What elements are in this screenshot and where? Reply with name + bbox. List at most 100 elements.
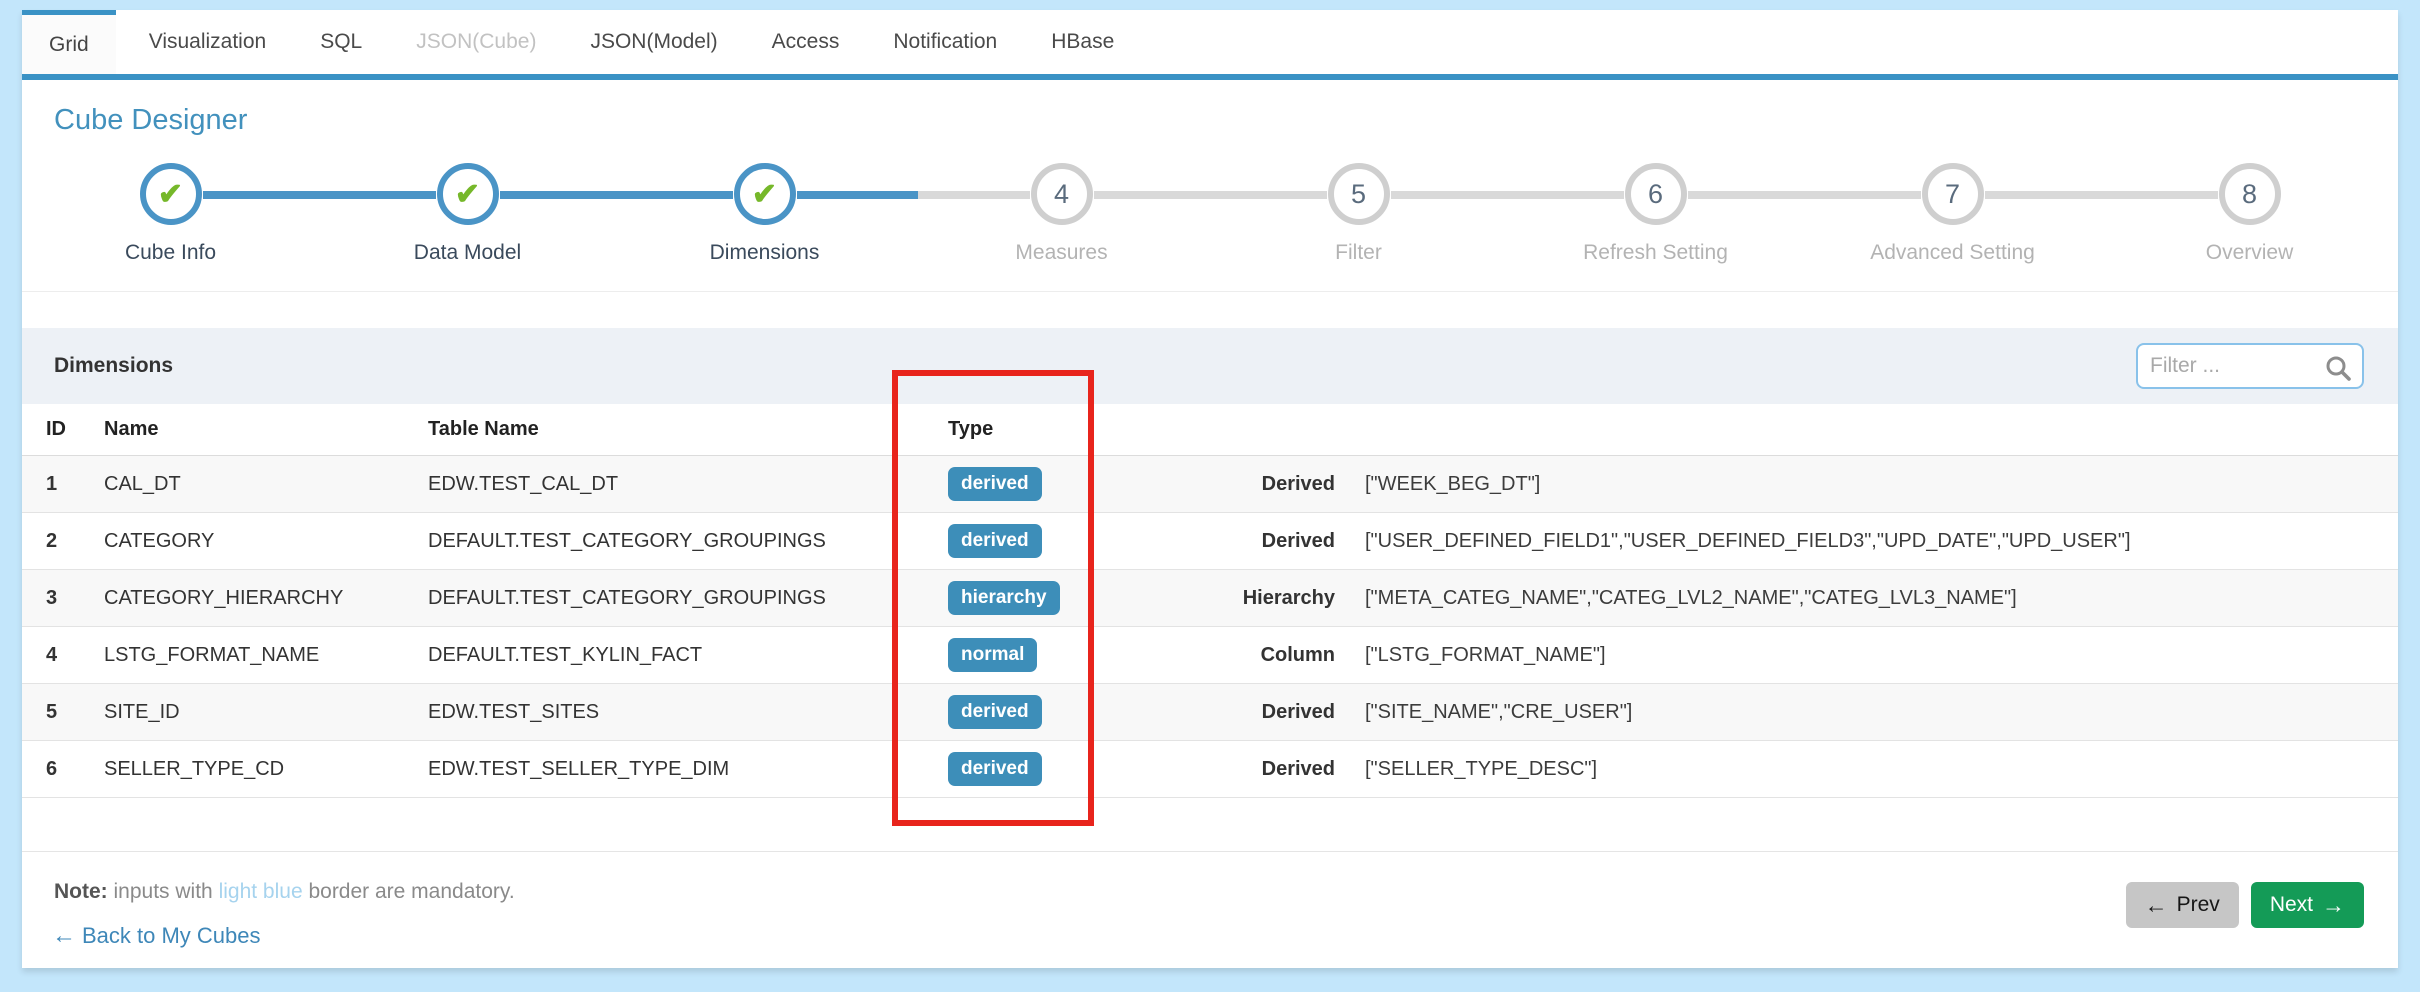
tab-sql[interactable]: SQL bbox=[293, 10, 389, 74]
dimensions-table: ID Name Table Name Type 1 CAL_DT EDW.TES… bbox=[22, 404, 2398, 798]
back-to-my-cubes-link[interactable]: ← Back to My Cubes bbox=[52, 922, 261, 950]
wizard-stepper: ✔ Cube Info ✔ Data Model ✔ Dimensions 4 … bbox=[22, 163, 2398, 265]
row-id: 1 bbox=[44, 473, 102, 496]
panel-title: Dimensions bbox=[54, 354, 173, 378]
stepper-divider bbox=[22, 291, 2398, 292]
check-icon: ✔ bbox=[455, 177, 480, 212]
step-label: Data Model bbox=[319, 241, 616, 265]
step-number: 7 bbox=[1945, 179, 1960, 210]
prev-button[interactable]: ← Prev bbox=[2126, 882, 2239, 928]
step-label: Filter bbox=[1210, 241, 1507, 265]
row-kind: Derived bbox=[1162, 758, 1335, 781]
magnifier-icon bbox=[2324, 354, 2352, 382]
table-row: 6 SELLER_TYPE_CD EDW.TEST_SELLER_TYPE_DI… bbox=[22, 741, 2398, 798]
row-columns: ["LSTG_FORMAT_NAME"] bbox=[1335, 644, 2398, 667]
step-circle-upcoming[interactable]: 5 bbox=[1328, 163, 1390, 225]
row-table-name: DEFAULT.TEST_CATEGORY_GROUPINGS bbox=[426, 530, 944, 553]
mandatory-note: Note: inputs with light blue border are … bbox=[22, 880, 2398, 904]
step-advanced-setting[interactable]: 7 Advanced Setting bbox=[1804, 163, 2101, 265]
type-badge: normal bbox=[948, 638, 1037, 672]
step-refresh-setting[interactable]: 6 Refresh Setting bbox=[1507, 163, 1804, 265]
back-link-label: Back to My Cubes bbox=[82, 923, 261, 949]
tab-visualization[interactable]: Visualization bbox=[122, 10, 294, 74]
step-label: Overview bbox=[2101, 241, 2398, 265]
wizard-nav-buttons: ← Prev Next → bbox=[2126, 882, 2364, 928]
step-measures[interactable]: 4 Measures bbox=[913, 163, 1210, 265]
step-circle-upcoming[interactable]: 6 bbox=[1625, 163, 1687, 225]
filter-box bbox=[2136, 343, 2364, 389]
check-icon: ✔ bbox=[158, 177, 183, 212]
table-header-row: ID Name Table Name Type bbox=[22, 404, 2398, 456]
row-columns: ["USER_DEFINED_FIELD1","USER_DEFINED_FIE… bbox=[1335, 530, 2398, 553]
row-name: CATEGORY bbox=[102, 530, 426, 553]
table-row: 4 LSTG_FORMAT_NAME DEFAULT.TEST_KYLIN_FA… bbox=[22, 627, 2398, 684]
type-badge: derived bbox=[948, 524, 1042, 558]
step-circle-done[interactable]: ✔ bbox=[734, 163, 796, 225]
footer-divider bbox=[22, 851, 2398, 852]
tab-grid[interactable]: Grid bbox=[22, 10, 116, 74]
table-row: 5 SITE_ID EDW.TEST_SITES derived Derived… bbox=[22, 684, 2398, 741]
row-id: 3 bbox=[44, 587, 102, 610]
row-columns: ["SITE_NAME","CRE_USER"] bbox=[1335, 701, 2398, 724]
step-data-model[interactable]: ✔ Data Model bbox=[319, 163, 616, 265]
row-kind: Derived bbox=[1162, 530, 1335, 553]
note-text-after: border are mandatory. bbox=[303, 880, 515, 903]
type-badge: derived bbox=[948, 467, 1042, 501]
type-badge: derived bbox=[948, 752, 1042, 786]
row-id: 4 bbox=[44, 644, 102, 667]
step-circle-upcoming[interactable]: 7 bbox=[1922, 163, 1984, 225]
header-id: ID bbox=[44, 418, 102, 441]
row-name: SITE_ID bbox=[102, 701, 426, 724]
title-row: Cube Designer bbox=[22, 80, 2398, 137]
tab-hbase[interactable]: HBase bbox=[1024, 10, 1141, 74]
table-row: 2 CATEGORY DEFAULT.TEST_CATEGORY_GROUPIN… bbox=[22, 513, 2398, 570]
step-dimensions[interactable]: ✔ Dimensions bbox=[616, 163, 913, 265]
step-label: Cube Info bbox=[22, 241, 319, 265]
header-type: Type bbox=[944, 418, 1162, 441]
step-circle-upcoming[interactable]: 4 bbox=[1031, 163, 1093, 225]
tab-bar: Grid Visualization SQL JSON(Cube) JSON(M… bbox=[22, 10, 2398, 80]
row-table-name: EDW.TEST_CAL_DT bbox=[426, 473, 944, 496]
step-label: Measures bbox=[913, 241, 1210, 265]
row-id: 5 bbox=[44, 701, 102, 724]
row-columns: ["SELLER_TYPE_DESC"] bbox=[1335, 758, 2398, 781]
step-filter[interactable]: 5 Filter bbox=[1210, 163, 1507, 265]
row-table-name: EDW.TEST_SITES bbox=[426, 701, 944, 724]
step-label: Refresh Setting bbox=[1507, 241, 1804, 265]
row-kind: Column bbox=[1162, 644, 1335, 667]
back-row: ← Back to My Cubes bbox=[22, 922, 2398, 950]
step-circle-done[interactable]: ✔ bbox=[437, 163, 499, 225]
row-table-name: DEFAULT.TEST_CATEGORY_GROUPINGS bbox=[426, 587, 944, 610]
step-cube-info[interactable]: ✔ Cube Info bbox=[22, 163, 319, 265]
next-button[interactable]: Next → bbox=[2251, 882, 2364, 928]
filter-input[interactable] bbox=[2150, 346, 2320, 386]
header-table-name: Table Name bbox=[426, 418, 944, 441]
tab-access[interactable]: Access bbox=[745, 10, 867, 74]
row-columns: ["WEEK_BEG_DT"] bbox=[1335, 473, 2398, 496]
note-text-before: inputs with bbox=[108, 880, 219, 903]
row-name: CATEGORY_HIERARCHY bbox=[102, 587, 426, 610]
step-circle-upcoming[interactable]: 8 bbox=[2219, 163, 2281, 225]
step-overview[interactable]: 8 Overview bbox=[2101, 163, 2398, 265]
tab-json-cube[interactable]: JSON(Cube) bbox=[389, 10, 563, 74]
note-highlight: light blue bbox=[219, 880, 303, 903]
step-circle-done[interactable]: ✔ bbox=[140, 163, 202, 225]
tab-notification[interactable]: Notification bbox=[866, 10, 1024, 74]
next-button-label: Next bbox=[2270, 893, 2313, 917]
row-name: CAL_DT bbox=[102, 473, 426, 496]
header-name: Name bbox=[102, 418, 426, 441]
page-title: Cube Designer bbox=[54, 104, 2398, 137]
row-id: 6 bbox=[44, 758, 102, 781]
check-icon: ✔ bbox=[752, 177, 777, 212]
step-number: 6 bbox=[1648, 179, 1663, 210]
step-number: 8 bbox=[2242, 179, 2257, 210]
row-table-name: EDW.TEST_SELLER_TYPE_DIM bbox=[426, 758, 944, 781]
tab-json-model[interactable]: JSON(Model) bbox=[563, 10, 744, 74]
arrow-left-icon: ← bbox=[52, 922, 76, 950]
arrow-right-icon: → bbox=[2322, 892, 2345, 919]
row-id: 2 bbox=[44, 530, 102, 553]
prev-button-label: Prev bbox=[2177, 893, 2220, 917]
type-badge: hierarchy bbox=[948, 581, 1060, 615]
note-prefix: Note: bbox=[54, 880, 108, 903]
step-label: Advanced Setting bbox=[1804, 241, 2101, 265]
